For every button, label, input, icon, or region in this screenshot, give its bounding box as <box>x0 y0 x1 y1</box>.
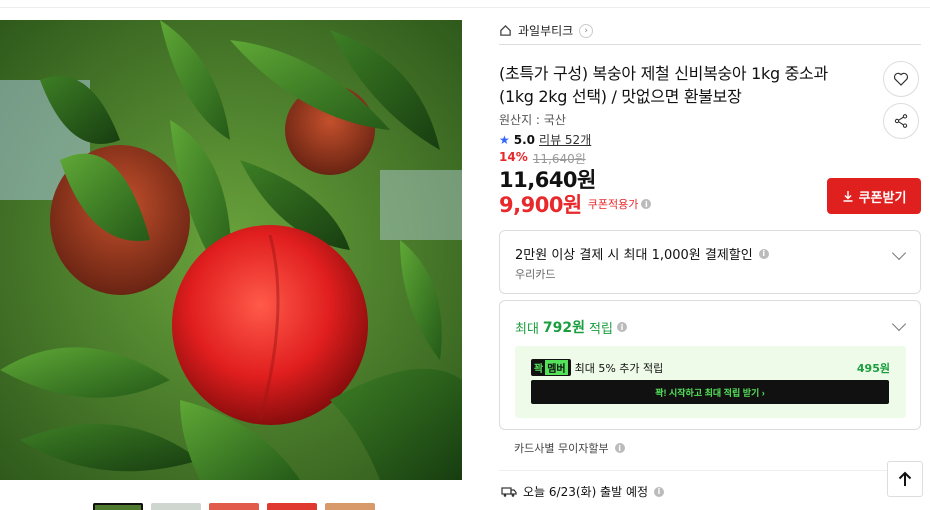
points-suffix: 적립 <box>589 321 613 337</box>
thumbnail[interactable] <box>93 503 143 510</box>
coupon-download-button[interactable]: 쿠폰받기 <box>827 178 921 214</box>
top-navigation-strip <box>0 0 930 8</box>
product-main-image[interactable] <box>0 20 462 480</box>
member-benefit-row: 꽉 멤버 최대 5% 추가 적립 495원 <box>531 359 890 376</box>
chevron-down-icon[interactable] <box>891 316 907 332</box>
thumbnail[interactable] <box>325 503 375 510</box>
thumbnail[interactable] <box>209 503 259 510</box>
member-benefit-left: 꽉 멤버 최대 5% 추가 적립 <box>531 359 663 376</box>
member-badge: 꽉 멤버 <box>531 359 571 376</box>
shipping-text: 오늘 6/23(화) 출발 예정 <box>523 485 649 499</box>
scroll-to-top-button[interactable] <box>887 461 923 497</box>
coupon-button-label: 쿠폰받기 <box>858 189 907 205</box>
star-icon: ★ <box>499 132 510 147</box>
info-icon[interactable]: i <box>641 199 652 209</box>
points-prefix: 최대 <box>515 321 539 337</box>
thumbnail[interactable] <box>151 503 201 510</box>
member-benefit-amount: 495원 <box>856 361 890 375</box>
points-card: 최대 792원 적립 i 꽉 멤버 최대 5% 추가 적립 495원 꽉! 시작… <box>499 300 921 430</box>
payment-discount-row: 2만원 이상 결제 시 최대 1,000원 결제할인 i <box>515 244 769 263</box>
wishlist-button[interactable] <box>883 61 919 97</box>
download-icon <box>843 191 853 202</box>
rating-row: ★ 5.0 리뷰 52개 <box>499 131 591 148</box>
info-icon[interactable]: i <box>758 248 769 259</box>
info-icon[interactable]: i <box>654 486 665 497</box>
installment-text: 카드사별 무이자할부 <box>514 442 609 455</box>
rating-score: 5.0 <box>513 132 536 147</box>
divider <box>499 470 921 471</box>
share-icon <box>894 114 908 128</box>
arrow-up-icon <box>898 471 912 486</box>
store-link[interactable]: 과일부티크 › <box>499 22 594 39</box>
origin-text: 원산지 : 국산 <box>499 113 566 127</box>
review-link[interactable]: 리뷰 52개 <box>539 131 591 148</box>
coupon-price-label-text: 쿠폰적용가 <box>587 198 639 211</box>
share-button[interactable] <box>883 103 919 139</box>
info-icon[interactable]: i <box>616 322 627 332</box>
card-name: 우리카드 <box>515 268 556 281</box>
points-row: 최대 792원 적립 i <box>515 317 627 337</box>
peach-photo <box>0 20 462 480</box>
divider <box>499 44 921 45</box>
member-signup-button[interactable]: 꽉! 시작하고 최대 적립 받기 › <box>531 380 889 404</box>
member-badge-tail: 멤버 <box>545 360 568 375</box>
heart-icon <box>893 72 909 86</box>
installment-row: 카드사별 무이자할부 i <box>514 440 625 456</box>
chevron-down-icon[interactable] <box>891 245 907 261</box>
coupon-price: 9,900원 <box>499 193 582 217</box>
points-amount: 792원 <box>542 320 586 336</box>
payment-discount-text: 2만원 이상 결제 시 최대 1,000원 결제할인 <box>515 248 753 263</box>
shipping-row: 오늘 6/23(화) 출발 예정 i <box>501 483 665 500</box>
info-icon[interactable]: i <box>614 443 625 453</box>
thumbnail[interactable] <box>267 503 317 510</box>
store-name: 과일부티크 <box>518 24 574 38</box>
member-benefit-box: 꽉 멤버 최대 5% 추가 적립 495원 꽉! 시작하고 최대 적립 받기 › <box>515 346 906 418</box>
coupon-price-row: 9,900원 쿠폰적용가 i <box>499 189 652 219</box>
thumbnail-strip <box>93 503 375 510</box>
member-benefit-text: 최대 5% 추가 적립 <box>574 361 664 375</box>
payment-discount-card[interactable]: 2만원 이상 결제 시 최대 1,000원 결제할인 i 우리카드 <box>499 230 921 294</box>
chevron-right-icon: › <box>579 23 594 38</box>
product-title: (초특가 구성) 복숭아 제철 신비복숭아 1kg 중소과 (1kg 2kg 선… <box>499 64 828 106</box>
home-icon <box>500 24 511 36</box>
coupon-price-label: 쿠폰적용가 i <box>588 196 652 212</box>
member-badge-main: 꽉 <box>534 364 544 375</box>
truck-icon <box>501 486 517 497</box>
